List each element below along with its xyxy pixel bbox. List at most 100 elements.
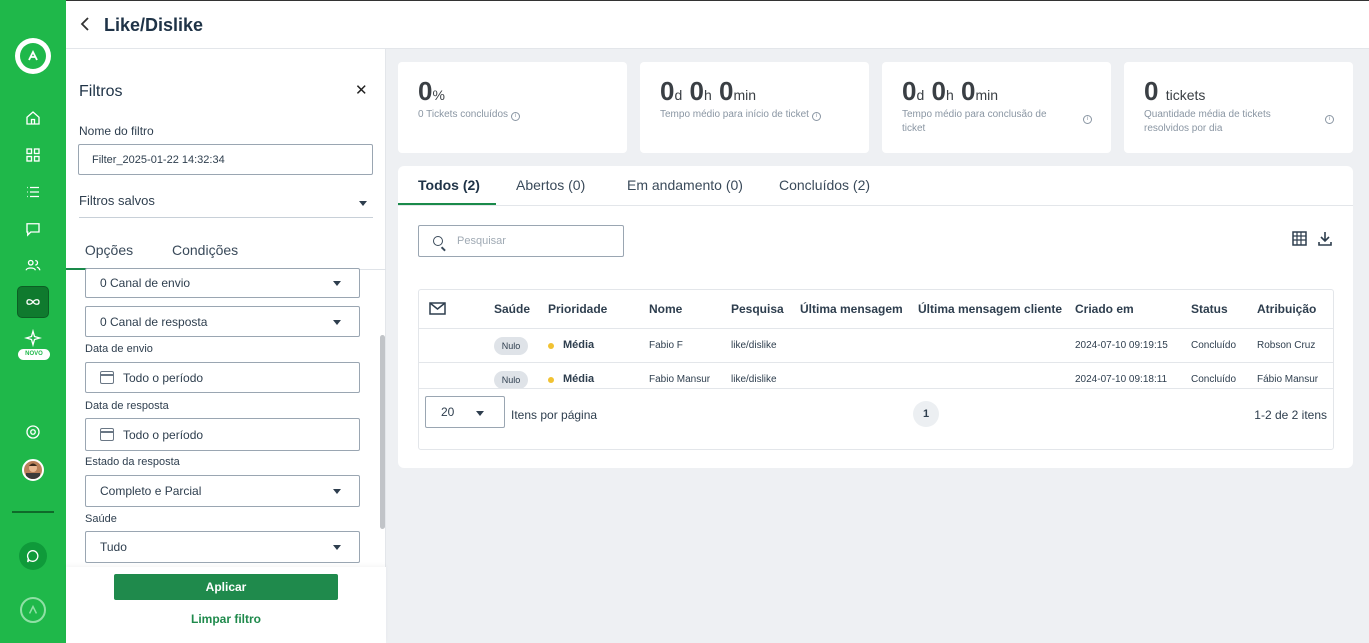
reply-date-label: Data de resposta: [85, 400, 169, 412]
send-date-label: Data de envio: [85, 343, 153, 355]
priority-dot: [548, 377, 554, 383]
list-icon[interactable]: [21, 180, 45, 204]
stat-label-text: 0 Tickets concluídos: [418, 109, 509, 120]
col-survey[interactable]: Pesquisa: [731, 302, 784, 316]
filter-panel-title: Filtros: [79, 83, 123, 100]
send-channel-value: 0 Canal de envio: [100, 276, 191, 290]
col-assignee[interactable]: Atribuição: [1257, 302, 1316, 316]
reply-state-value: Completo e Parcial: [100, 484, 202, 498]
filter-panel: Filtros ✕ Nome do filtro Filter_2025-01-…: [66, 49, 386, 643]
table-row[interactable]: Nulo Média Fabio F like/dislike 2024-07-…: [419, 328, 1333, 362]
users-icon[interactable]: [21, 253, 45, 277]
col-priority[interactable]: Prioridade: [548, 302, 607, 316]
cell-assignee: Robson Cruz: [1257, 340, 1316, 351]
stat-label-text: Tempo médio para início de ticket: [660, 109, 809, 120]
search-input[interactable]: Pesquisar: [418, 225, 624, 257]
settings-icon[interactable]: [21, 420, 45, 444]
per-page-select[interactable]: 20: [425, 396, 505, 428]
col-status[interactable]: Status: [1191, 302, 1228, 316]
col-name[interactable]: Nome: [649, 302, 682, 316]
col-last-message[interactable]: Última mensagem: [800, 302, 903, 316]
app-logo[interactable]: [15, 38, 51, 74]
saved-filters-dropdown[interactable]: Filtros salvos: [79, 193, 373, 218]
cell-status: Concluído: [1191, 340, 1237, 351]
cell-created: 2024-07-10 09:18:11: [1075, 374, 1168, 385]
send-channel-select[interactable]: 0 Canal de envio: [85, 268, 360, 298]
reply-channel-value: 0 Canal de resposta: [100, 314, 208, 329]
priority-label: Média: [563, 339, 595, 351]
col-health[interactable]: Saúde: [494, 302, 530, 316]
saved-filters-label: Filtros salvos: [79, 193, 155, 208]
home-icon[interactable]: [21, 106, 45, 130]
cell-survey: like/dislike: [731, 374, 777, 385]
priority-dot: [548, 343, 554, 349]
rail-divider: [12, 511, 54, 513]
reply-channel-select[interactable]: 0 Canal de resposta: [85, 306, 360, 337]
health-label: Saúde: [85, 513, 117, 525]
info-icon[interactable]: i: [1325, 115, 1334, 124]
cell-name: Fabio F: [649, 340, 683, 351]
reply-state-label: Estado da resposta: [85, 456, 180, 468]
download-icon[interactable]: [1316, 230, 1334, 248]
stat-days: 0: [660, 76, 675, 106]
infinity-icon[interactable]: [17, 286, 49, 318]
sparkle-icon[interactable]: [21, 326, 45, 350]
stat-label: 0 Tickets concluídos i: [418, 108, 588, 122]
close-icon[interactable]: ✕: [355, 81, 368, 99]
col-created[interactable]: Criado em: [1075, 302, 1134, 316]
clear-filter-link[interactable]: Limpar filtro: [66, 612, 386, 626]
pagination-range: 1-2 de 2 itens: [1254, 408, 1327, 422]
page-title: Like/Dislike: [104, 15, 204, 35]
tab-open[interactable]: Abertos (0): [516, 177, 585, 193]
tickets-table: Saúde Prioridade Nome Pesquisa Última me…: [418, 289, 1334, 450]
cell-assignee: Fábio Mansur: [1257, 374, 1319, 385]
col-last-client-message[interactable]: Última mensagem cliente: [918, 302, 1062, 316]
support-chat-icon[interactable]: [19, 542, 47, 570]
cell-name: Fabio Mansur: [649, 374, 711, 385]
tab-options[interactable]: Opções: [66, 242, 152, 270]
stat-hours: 0: [689, 76, 704, 106]
brand-footer-icon: [20, 597, 46, 623]
health-select[interactable]: Tudo: [85, 531, 360, 563]
info-icon[interactable]: i: [1083, 115, 1092, 124]
reply-state-select[interactable]: Completo e Parcial: [85, 475, 360, 507]
reply-date-picker[interactable]: Todo o período: [85, 418, 360, 451]
stat-card-avg-per-day: 0 tickets Quantidade média de tickets re…: [1124, 62, 1353, 153]
info-icon[interactable]: i: [811, 112, 821, 121]
dashboard-icon[interactable]: [21, 143, 45, 167]
stat-minutes: 0: [719, 76, 734, 106]
filter-name-label: Nome do filtro: [79, 124, 154, 138]
filter-scrollbar[interactable]: [380, 335, 385, 529]
stat-hours-unit: h: [703, 87, 712, 103]
stat-card-completed: 0% 0 Tickets concluídos i: [398, 62, 627, 153]
tab-all[interactable]: Todos (2): [418, 177, 480, 193]
back-arrow-icon[interactable]: [78, 15, 98, 35]
send-date-picker[interactable]: Todo o período: [85, 362, 360, 393]
stat-days: 0: [902, 76, 917, 106]
tab-completed[interactable]: Concluídos (2): [779, 177, 870, 193]
tab-conditions[interactable]: Condições: [172, 242, 238, 258]
stat-value: 0: [418, 76, 433, 106]
apply-button[interactable]: Aplicar: [114, 574, 338, 600]
info-icon[interactable]: i: [510, 112, 520, 121]
avatar[interactable]: [22, 459, 44, 481]
stat-minutes: 0: [961, 76, 976, 106]
chevron-down-icon: [333, 319, 341, 325]
page-button[interactable]: 1: [913, 401, 939, 427]
tickets-panel: Todos (2) Abertos (0) Em andamento (0) C…: [398, 166, 1353, 468]
table-columns-icon[interactable]: [1291, 230, 1309, 248]
chevron-down-icon: [333, 489, 341, 494]
chat-icon[interactable]: [21, 217, 45, 241]
chevron-down-icon: [476, 411, 484, 416]
stat-minutes-unit: min: [975, 87, 999, 103]
priority-label: Média: [563, 373, 595, 385]
stat-hours-unit: h: [945, 87, 954, 103]
stat-hours: 0: [931, 76, 946, 106]
pagination: 20 Itens por página 1 1-2 de 2 itens: [419, 388, 1333, 450]
page-header: Like/Dislike: [66, 0, 1369, 49]
stat-unit: %: [432, 87, 445, 103]
tab-in-progress[interactable]: Em andamento (0): [627, 177, 743, 193]
cell-survey: like/dislike: [731, 340, 777, 351]
send-date-value: Todo o período: [123, 370, 204, 385]
filter-name-field[interactable]: Filter_2025-01-22 14:32:34: [78, 144, 373, 175]
